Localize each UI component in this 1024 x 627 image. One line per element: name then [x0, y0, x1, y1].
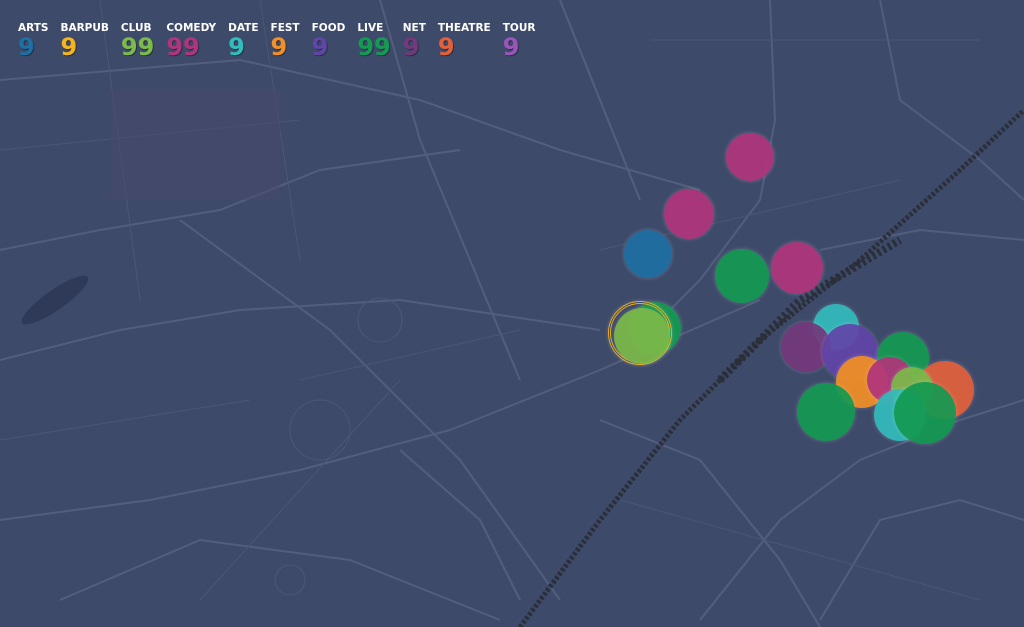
legend-item-food[interactable]: FOOD 9 — [312, 22, 346, 59]
event-marker-comedy[interactable] — [726, 133, 774, 181]
city-map[interactable] — [0, 0, 1024, 627]
legend-item-barpub[interactable]: BARPUB 9 — [60, 22, 108, 59]
legend-count: 9 — [18, 33, 35, 61]
event-marker-comedy[interactable] — [771, 242, 823, 294]
legend-item-club[interactable]: CLUB 99 — [121, 22, 154, 59]
event-marker-live[interactable] — [797, 383, 855, 441]
legend-count: 99 — [120, 33, 155, 61]
legend-count: 99 — [357, 33, 391, 61]
legend-count: 99 — [166, 33, 200, 61]
legend-item-theatre[interactable]: THEATRE 9 — [438, 22, 491, 59]
legend-item-date[interactable]: DATE 9 — [228, 22, 258, 59]
event-marker-club[interactable] — [614, 308, 670, 364]
event-marker-comedy[interactable] — [664, 189, 714, 239]
event-marker-live[interactable] — [715, 249, 769, 303]
legend-item-live[interactable]: LIVE 99 — [357, 22, 390, 59]
legend-item-tour[interactable]: TOUR 9 — [503, 22, 536, 59]
legend-count: 9 — [311, 33, 329, 61]
event-marker-arts[interactable] — [624, 230, 672, 278]
legend-item-comedy[interactable]: COMEDY 99 — [166, 22, 216, 59]
category-legend: ARTS 9 BARPUB 9 CLUB 99 COMEDY 99 DATE 9 FEST 9 FOOD… — [18, 22, 547, 59]
legend-item-arts[interactable]: ARTS 9 — [18, 22, 48, 59]
legend-count: 9 — [502, 33, 520, 61]
legend-count: 9 — [228, 33, 245, 61]
legend-count: 9 — [60, 33, 78, 61]
legend-item-net[interactable]: NET 9 — [403, 22, 426, 59]
event-marker-live[interactable] — [894, 382, 956, 444]
legend-count: 9 — [437, 33, 455, 61]
legend-count: 9 — [270, 33, 288, 61]
legend-item-fest[interactable]: FEST 9 — [271, 22, 300, 59]
legend-count: 9 — [402, 33, 420, 61]
